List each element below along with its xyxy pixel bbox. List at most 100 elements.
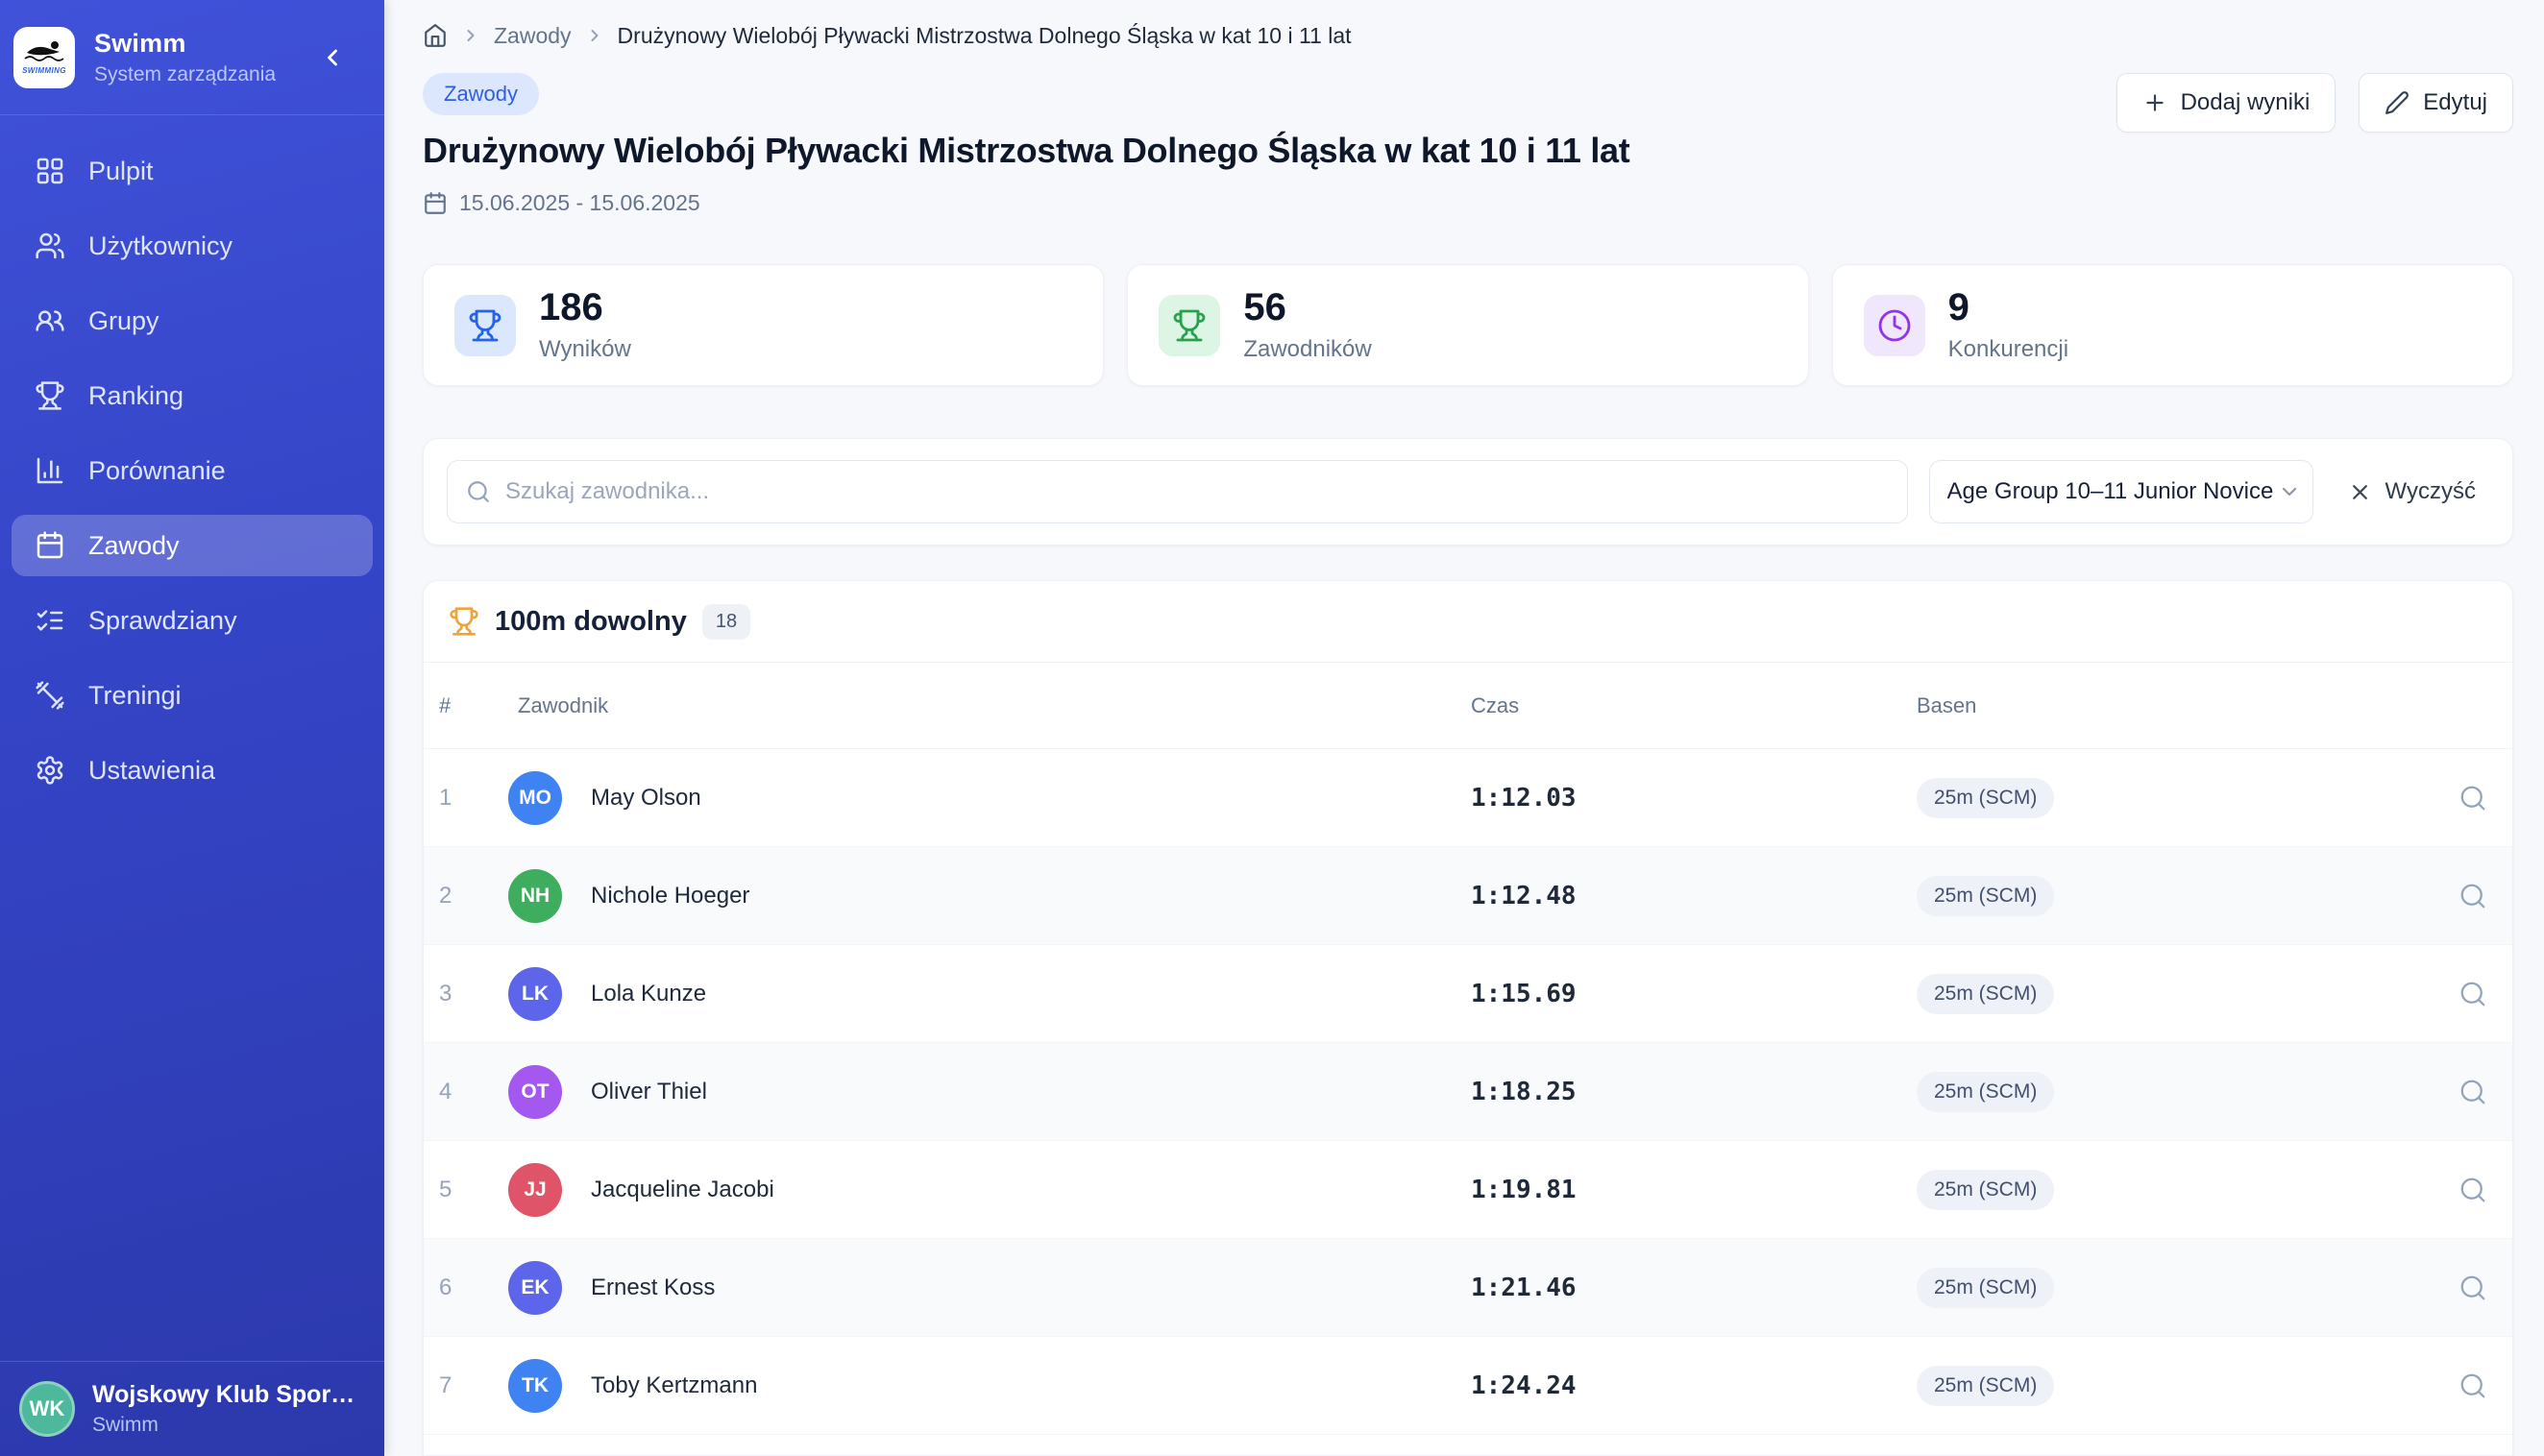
pool-badge: 25m (SCM) bbox=[1917, 1366, 2054, 1406]
table-row[interactable]: 6 EK Ernest Koss 1:21.46 25m (SCM) bbox=[424, 1239, 2512, 1337]
stat-label: Wyników bbox=[539, 336, 631, 363]
app-logo: SWIMMING bbox=[13, 27, 75, 88]
time-cell: 1:12.48 bbox=[1471, 882, 1917, 910]
page-header: Zawody Drużynowy Wielobój Pływacki Mistr… bbox=[423, 73, 1629, 216]
breadcrumb: Zawody Drużynowy Wielobój Pływacki Mistr… bbox=[423, 21, 2513, 50]
users-icon bbox=[35, 231, 65, 261]
avatar: OT bbox=[508, 1065, 562, 1119]
stat-label: Konkurencji bbox=[1948, 336, 2068, 363]
results-card: 100m dowolny 18 # Zawodnik Czas Basen 1 … bbox=[423, 580, 2513, 1456]
table-body: 1 MO May Olson 1:12.03 25m (SCM) 2 NH Ni… bbox=[424, 749, 2512, 1435]
search-icon bbox=[466, 479, 491, 504]
sidebar-item-sprawdziany[interactable]: Sprawdziany bbox=[12, 590, 373, 651]
calendar-icon bbox=[423, 191, 448, 216]
sidebar-nav: Pulpit Użytkownicy Grupy Ranking Porówna… bbox=[0, 115, 384, 814]
avatar: TK bbox=[508, 1359, 562, 1413]
swimmer-name: Ernest Koss bbox=[581, 1274, 1471, 1301]
sidebar-collapse-icon[interactable] bbox=[319, 44, 346, 71]
chart-icon bbox=[35, 455, 65, 486]
rank-cell: 6 bbox=[439, 1274, 508, 1301]
clear-filter-button[interactable]: Wyczyść bbox=[2335, 469, 2489, 515]
swimmer-name: Nichole Hoeger bbox=[581, 883, 1471, 910]
trophy-icon bbox=[35, 380, 65, 411]
age-group-select[interactable]: Age Group 10–11 Junior Novice bbox=[1929, 460, 2313, 523]
magnifier-icon[interactable] bbox=[2458, 1176, 2497, 1204]
pool-badge: 25m (SCM) bbox=[1917, 1268, 2054, 1308]
time-cell: 1:12.03 bbox=[1471, 784, 1917, 813]
trophy-icon bbox=[449, 606, 479, 637]
sidebar-item-ustawienia[interactable]: Ustawienia bbox=[12, 740, 373, 801]
sidebar-item-u-ytkownicy[interactable]: Użytkownicy bbox=[12, 215, 373, 277]
sidebar-item-pulpit[interactable]: Pulpit bbox=[12, 140, 373, 202]
swimmer-name: Oliver Thiel bbox=[581, 1079, 1471, 1105]
add-results-button[interactable]: Dodaj wyniki bbox=[2116, 73, 2336, 133]
pool-badge: 25m (SCM) bbox=[1917, 974, 2054, 1014]
dashboard-icon bbox=[35, 156, 65, 186]
table-row[interactable]: 5 JJ Jacqueline Jacobi 1:19.81 25m (SCM) bbox=[424, 1141, 2512, 1239]
swimmer-name: Jacqueline Jacobi bbox=[581, 1177, 1471, 1203]
app-subtitle: System zarządzania bbox=[94, 63, 276, 86]
breadcrumb-link-zawody[interactable]: Zawody bbox=[494, 23, 572, 49]
table-row[interactable]: 3 LK Lola Kunze 1:15.69 25m (SCM) bbox=[424, 945, 2512, 1043]
filter-bar: Age Group 10–11 Junior Novice Wyczyść bbox=[423, 438, 2513, 546]
sidebar-item-ranking[interactable]: Ranking bbox=[12, 365, 373, 426]
rank-cell: 5 bbox=[439, 1177, 508, 1203]
col-rank: # bbox=[439, 693, 508, 718]
time-cell: 1:18.25 bbox=[1471, 1078, 1917, 1106]
group-icon bbox=[35, 305, 65, 336]
sidebar-item-zawody[interactable]: Zawody bbox=[12, 515, 373, 576]
pencil-icon bbox=[2385, 90, 2409, 115]
avatar: WK bbox=[19, 1381, 75, 1437]
club-name: Wojskowy Klub Sportowy ... bbox=[92, 1381, 361, 1409]
chevron-right-icon bbox=[585, 26, 604, 45]
app-name: Swimm bbox=[94, 29, 276, 59]
sidebar-item-por-wnanie[interactable]: Porównanie bbox=[12, 440, 373, 501]
magnifier-icon[interactable] bbox=[2458, 980, 2497, 1008]
rank-cell: 4 bbox=[439, 1079, 508, 1105]
avatar: LK bbox=[508, 967, 562, 1021]
edit-label: Edytuj bbox=[2423, 89, 2487, 116]
table-header: # Zawodnik Czas Basen bbox=[424, 663, 2512, 749]
age-group-value: Age Group 10–11 Junior Novice bbox=[1947, 478, 2274, 505]
swimmer-name: May Olson bbox=[581, 785, 1471, 812]
avatar: MO bbox=[508, 771, 562, 825]
stat-card-results: 186 Wyników bbox=[423, 264, 1104, 386]
col-pool: Basen bbox=[1917, 693, 2458, 718]
stat-card-swimmers: 56 Zawodników bbox=[1127, 264, 1808, 386]
edit-button[interactable]: Edytuj bbox=[2359, 73, 2513, 133]
magnifier-icon[interactable] bbox=[2458, 1078, 2497, 1106]
table-row[interactable]: 7 TK Toby Kertzmann 1:24.24 25m (SCM) bbox=[424, 1337, 2512, 1435]
time-cell: 1:19.81 bbox=[1471, 1176, 1917, 1204]
pool-badge: 25m (SCM) bbox=[1917, 778, 2054, 818]
add-results-label: Dodaj wyniki bbox=[2181, 89, 2311, 116]
magnifier-icon[interactable] bbox=[2458, 784, 2497, 813]
sidebar-footer[interactable]: WK Wojskowy Klub Sportowy ... Swimm bbox=[0, 1361, 384, 1456]
page-title: Drużynowy Wielobój Pływacki Mistrzostwa … bbox=[423, 131, 1629, 171]
swimmer-name: Toby Kertzmann bbox=[581, 1372, 1471, 1399]
x-icon bbox=[2348, 480, 2372, 504]
stat-label: Zawodników bbox=[1243, 336, 1371, 363]
table-row[interactable]: 4 OT Oliver Thiel 1:18.25 25m (SCM) bbox=[424, 1043, 2512, 1141]
time-cell: 1:24.24 bbox=[1471, 1371, 1917, 1400]
search-input[interactable] bbox=[447, 460, 1908, 523]
magnifier-icon[interactable] bbox=[2458, 882, 2497, 910]
event-section-header: 100m dowolny 18 bbox=[424, 581, 2512, 663]
rank-cell: 1 bbox=[439, 785, 508, 812]
club-subtitle: Swimm bbox=[92, 1414, 361, 1437]
rank-cell: 7 bbox=[439, 1372, 508, 1399]
breadcrumb-current: Drużynowy Wielobój Pływacki Mistrzostwa … bbox=[618, 23, 1352, 49]
table-row[interactable]: 1 MO May Olson 1:12.03 25m (SCM) bbox=[424, 749, 2512, 847]
sidebar-item-grupy[interactable]: Grupy bbox=[12, 290, 373, 352]
stat-value: 9 bbox=[1948, 288, 2068, 327]
clear-filter-label: Wyczyść bbox=[2385, 478, 2476, 505]
plus-icon bbox=[2142, 90, 2167, 115]
magnifier-icon[interactable] bbox=[2458, 1274, 2497, 1302]
home-icon[interactable] bbox=[423, 23, 448, 48]
pool-badge: 25m (SCM) bbox=[1917, 1170, 2054, 1210]
sidebar-item-treningi[interactable]: Treningi bbox=[12, 665, 373, 726]
table-row[interactable]: 2 NH Nichole Hoeger 1:12.48 25m (SCM) bbox=[424, 847, 2512, 945]
time-cell: 1:21.46 bbox=[1471, 1274, 1917, 1302]
checklist-icon bbox=[35, 605, 65, 636]
rank-cell: 3 bbox=[439, 981, 508, 1007]
magnifier-icon[interactable] bbox=[2458, 1371, 2497, 1400]
